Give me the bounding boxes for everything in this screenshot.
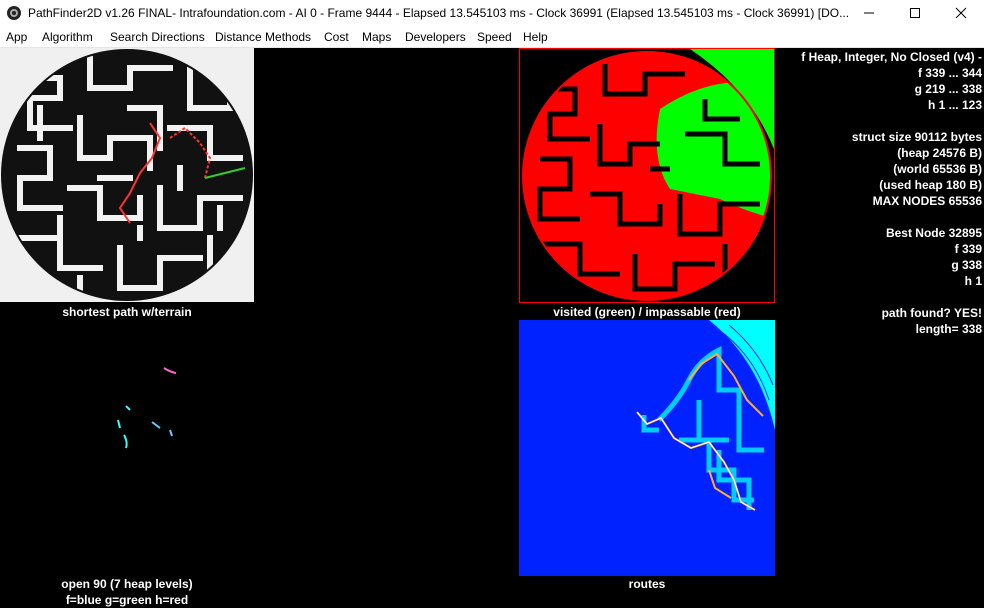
menu-search-directions[interactable]: Search Directions	[110, 26, 205, 48]
open-caption-1: open 90 (7 heap levels)	[61, 577, 193, 591]
maze-image	[1, 49, 253, 301]
stat-spacer	[768, 289, 982, 305]
maximize-icon	[910, 8, 920, 18]
menu-algorithm[interactable]: Algorithm	[42, 26, 93, 48]
stat-max-nodes: MAX NODES 65536	[872, 194, 982, 208]
app-window: PathFinder2D v1.26 FINAL- Intrafoundatio…	[0, 0, 984, 608]
stat-f-range: f 339 ... 344	[917, 66, 982, 80]
stat-heap: (heap 24576 B)	[897, 146, 982, 160]
open-list-view[interactable]	[0, 320, 254, 576]
close-button[interactable]	[938, 0, 984, 26]
maximize-button[interactable]	[892, 0, 938, 26]
stat-best-f: f 339	[954, 242, 982, 256]
stat-length: length= 338	[915, 322, 982, 336]
menu-cost[interactable]: Cost	[324, 26, 349, 48]
stat-spacer	[768, 209, 982, 225]
stat-algorithm: f Heap, Integer, No Closed (v4) -	[801, 50, 982, 64]
open-list-image	[117, 367, 177, 449]
stat-best-node: Best Node 32895	[885, 226, 982, 240]
title-bar[interactable]: PathFinder2D v1.26 FINAL- Intrafoundatio…	[0, 0, 984, 26]
window-title: PathFinder2D v1.26 FINAL- Intrafoundatio…	[28, 6, 848, 20]
menu-bar: App Algorithm Search Directions Distance…	[0, 26, 984, 48]
minimize-button[interactable]	[846, 0, 892, 26]
visited-caption: visited (green) / impassable (red)	[553, 305, 741, 319]
stat-world: (world 65536 B)	[893, 162, 982, 176]
menu-help[interactable]: Help	[523, 26, 548, 48]
menu-developers[interactable]: Developers	[405, 26, 466, 48]
minimize-icon	[864, 12, 874, 14]
stat-struct-size: struct size 90112 bytes	[851, 130, 982, 144]
maze-view[interactable]	[0, 48, 254, 302]
open-caption-2: f=blue g=green h=red	[65, 593, 189, 607]
stat-best-h: h 1	[964, 274, 982, 288]
routes-image	[636, 320, 775, 511]
menu-maps[interactable]: Maps	[362, 26, 391, 48]
visited-view[interactable]	[519, 48, 775, 303]
stats-panel: f Heap, Integer, No Closed (v4) - f 339 …	[768, 49, 982, 337]
stat-used-heap: (used heap 180 B)	[879, 178, 982, 192]
close-icon	[955, 7, 967, 19]
stat-path-found: path found? YES!	[881, 306, 982, 320]
routes-view[interactable]	[519, 320, 775, 576]
menu-app[interactable]: App	[6, 26, 27, 48]
stat-best-g: g 338	[951, 258, 982, 272]
stat-spacer	[768, 113, 982, 129]
menu-distance-methods[interactable]: Distance Methods	[215, 26, 311, 48]
stat-g-range: g 219 ... 338	[914, 82, 982, 96]
visited-image	[522, 49, 774, 301]
maze-caption: shortest path w/terrain	[62, 305, 192, 319]
app-icon	[7, 6, 21, 20]
stat-h-range: h 1 ... 123	[927, 98, 982, 112]
menu-speed[interactable]: Speed	[477, 26, 512, 48]
routes-caption: routes	[628, 577, 666, 591]
